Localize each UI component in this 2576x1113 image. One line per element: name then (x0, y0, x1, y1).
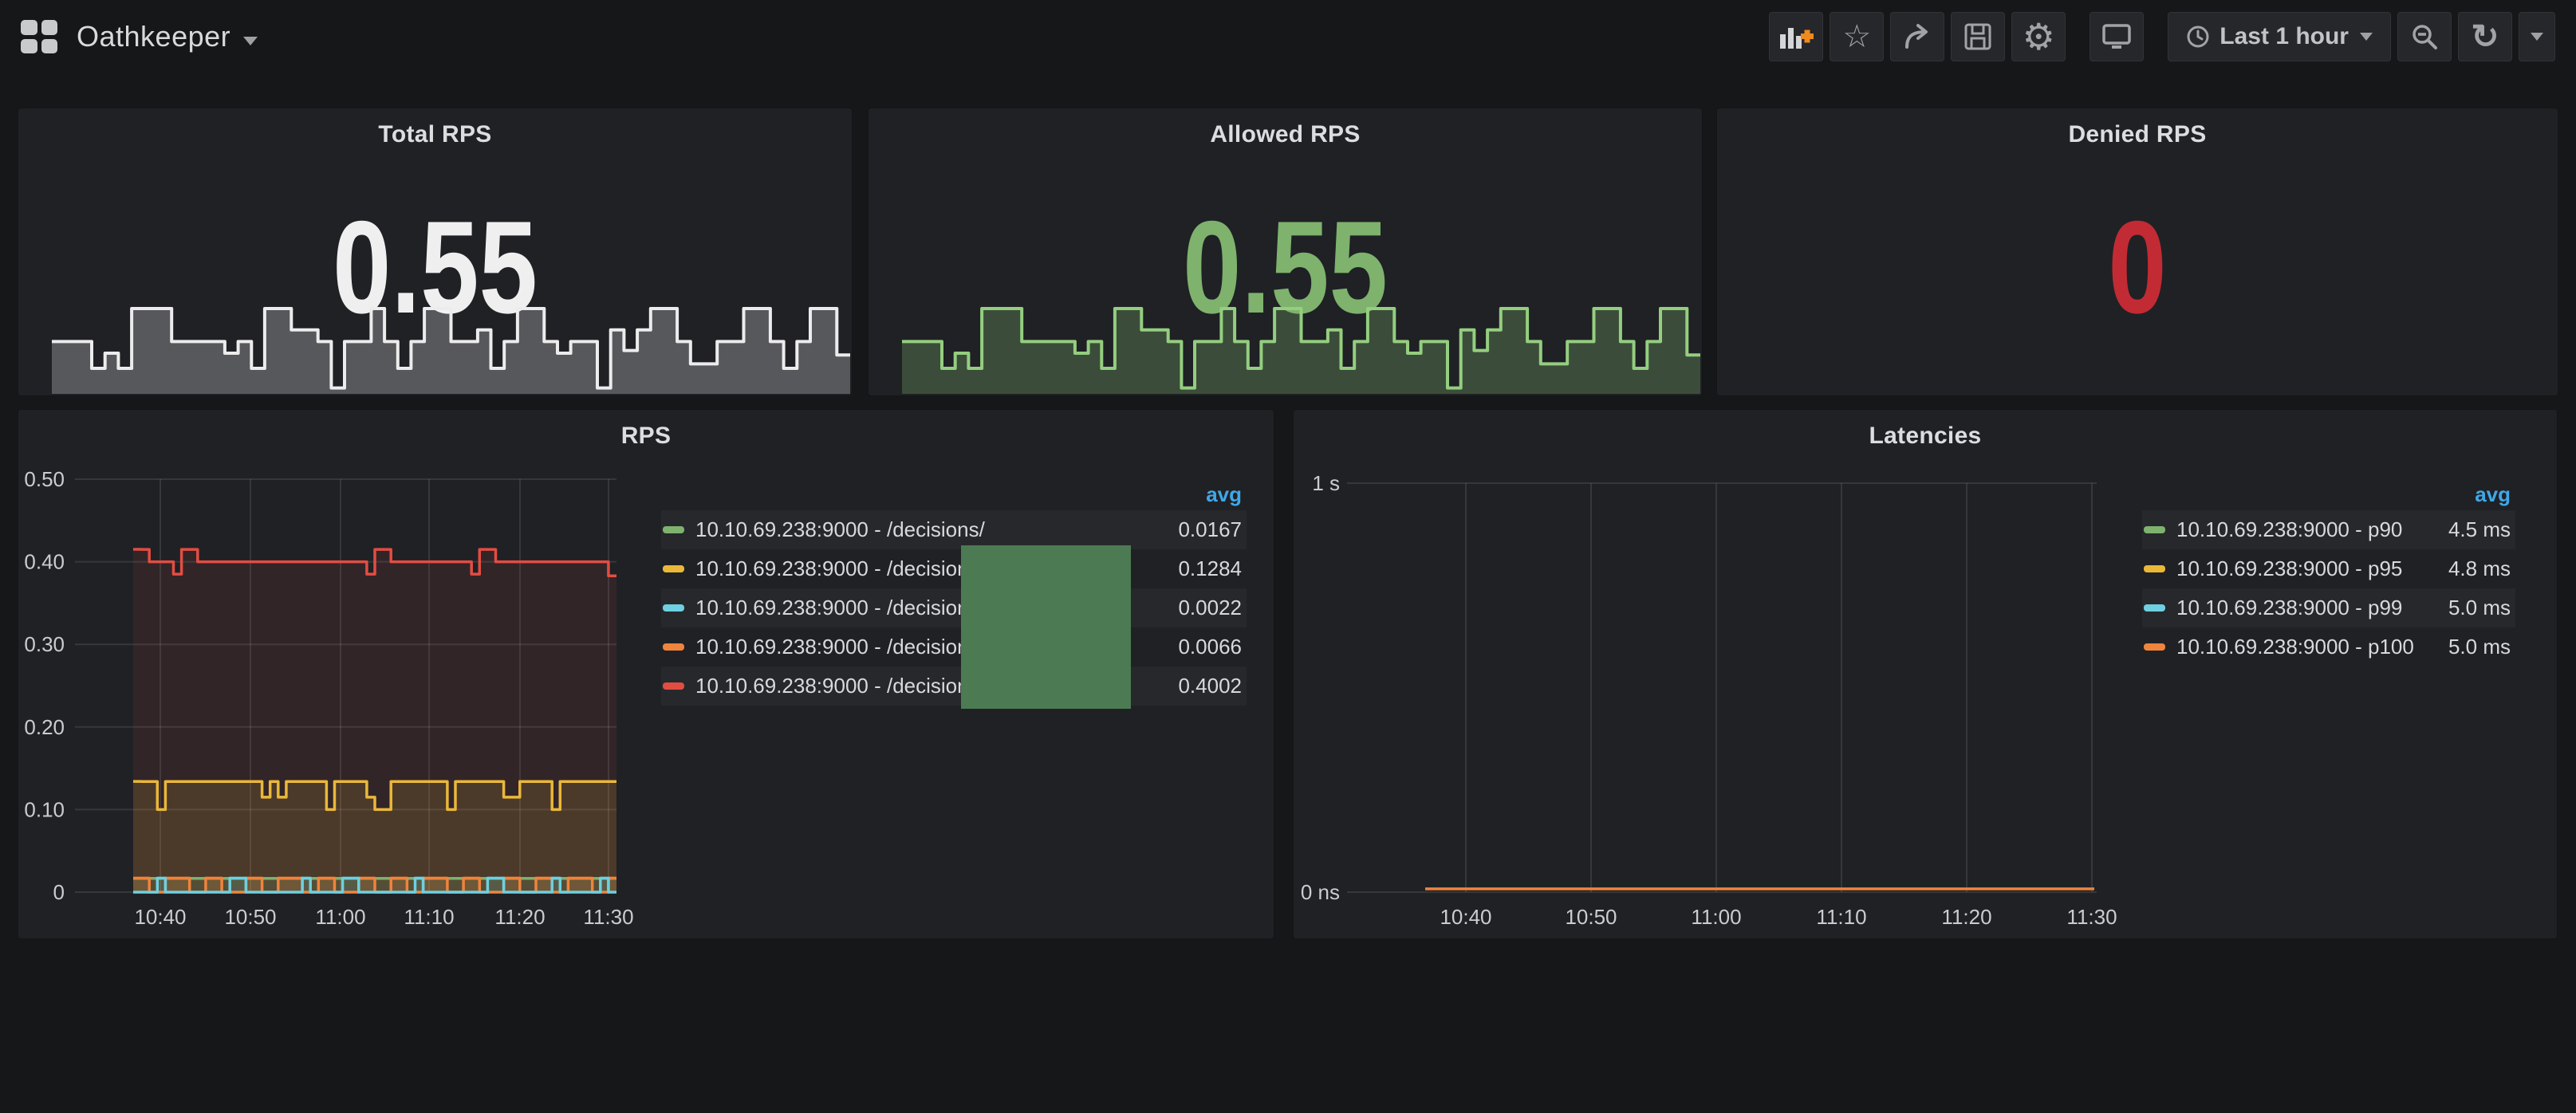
panel-allowed-rps: Allowed RPS 0.55 (868, 108, 1703, 396)
dashboard-title[interactable]: Oathkeeper (77, 20, 230, 53)
series-color-swatch (2144, 604, 2165, 612)
svg-text:10:50: 10:50 (1565, 905, 1617, 929)
svg-text:11:20: 11:20 (1941, 905, 1991, 929)
panel-title[interactable]: Allowed RPS (869, 121, 1702, 148)
legend-row[interactable]: 10.10.69.238:9000 - p1005.0 ms (2142, 627, 2515, 667)
series-color-swatch (2144, 643, 2165, 651)
green-overlay-block (961, 545, 1131, 709)
series-color-swatch (2144, 565, 2165, 572)
gear-icon: ⚙ (2023, 18, 2055, 55)
series-color-swatch (663, 526, 684, 533)
chevron-down-icon (2531, 33, 2543, 41)
time-range-label: Last 1 hour (2220, 23, 2349, 50)
refresh-interval-dropdown[interactable] (2519, 12, 2555, 61)
legend-series-label[interactable]: 10.10.69.238:9000 - /decisions/ (695, 517, 1178, 542)
chevron-down-icon (243, 37, 258, 45)
legend-series-value: 0.0022 (1178, 596, 1242, 620)
legend-row[interactable]: 10.10.69.238:9000 - /decisions/0.4002 (661, 667, 1247, 706)
svg-text:0: 0 (53, 880, 65, 904)
svg-text:0 ns: 0 ns (1301, 880, 1340, 904)
legend-series-value: 0.1284 (1178, 556, 1242, 581)
star-button[interactable]: ☆ (1830, 12, 1884, 61)
dashboard-grid-icon[interactable] (21, 20, 57, 53)
rps-legend: avg10.10.69.238:9000 - /decisions/0.0167… (661, 478, 1247, 706)
legend-row[interactable]: 10.10.69.238:9000 - p904.5 ms (2142, 510, 2515, 549)
svg-text:0.10: 0.10 (24, 797, 65, 821)
clock-icon (2186, 25, 2210, 49)
series-color-swatch (663, 604, 684, 612)
refresh-icon: ↻ (2471, 20, 2499, 53)
legend-row[interactable]: 10.10.69.238:9000 - p954.8 ms (2142, 549, 2515, 588)
panel-title[interactable]: Total RPS (18, 121, 852, 148)
series-color-swatch (663, 682, 684, 690)
legend-series-value: 0.0066 (1178, 635, 1242, 659)
panel-title[interactable]: Denied RPS (1717, 121, 2558, 148)
allowed-rps-sparkline (902, 297, 1700, 394)
zoom-out-icon (2411, 23, 2438, 50)
svg-text:11:20: 11:20 (494, 905, 545, 929)
svg-text:0.50: 0.50 (24, 467, 65, 491)
legend-avg-header: avg (661, 478, 1247, 510)
monitor-icon (2101, 23, 2132, 50)
cycle-view-button[interactable] (2090, 12, 2144, 61)
dashboard-picker[interactable]: Oathkeeper (21, 20, 258, 53)
settings-button[interactable]: ⚙ (2011, 12, 2066, 61)
svg-text:11:10: 11:10 (1816, 905, 1866, 929)
legend-row[interactable]: 10.10.69.238:9000 - /decisions/0.0167 (661, 510, 1247, 549)
panel-total-rps: Total RPS 0.55 (18, 108, 853, 396)
legend-series-value: 0.4002 (1178, 674, 1242, 698)
legend-row[interactable]: 10.10.69.238:9000 - /decisions/0.1284 (661, 549, 1247, 588)
legend-series-value: 5.0 ms (2448, 596, 2511, 620)
svg-text:10:40: 10:40 (134, 905, 186, 929)
total-rps-sparkline (52, 297, 850, 394)
svg-text:11:10: 11:10 (404, 905, 454, 929)
chevron-down-icon (2360, 33, 2373, 41)
svg-text:1 s: 1 s (1312, 471, 1340, 495)
legend-series-label[interactable]: 10.10.69.238:9000 - p90 (2176, 517, 2448, 542)
legend-avg-header: avg (2142, 478, 2515, 510)
svg-text:11:00: 11:00 (1691, 905, 1741, 929)
legend-series-label[interactable]: 10.10.69.238:9000 - p99 (2176, 596, 2448, 620)
legend-series-value: 0.0167 (1178, 517, 1242, 542)
share-icon (1902, 23, 1932, 50)
legend-series-value: 4.5 ms (2448, 517, 2511, 542)
legend-row[interactable]: 10.10.69.238:9000 - /decisions/0.0066 (661, 627, 1247, 667)
panel-denied-rps: Denied RPS 0 (1716, 108, 2558, 396)
refresh-button[interactable]: ↻ (2458, 12, 2512, 61)
top-nav: Oathkeeper ☆ (0, 0, 2576, 73)
grafana-dashboard: Oathkeeper ☆ (0, 0, 2576, 1113)
series-color-swatch (2144, 526, 2165, 533)
toolbar: ☆ ⚙ (1763, 12, 2555, 61)
latencies-legend: avg10.10.69.238:9000 - p904.5 ms10.10.69… (2142, 478, 2515, 667)
svg-text:0.30: 0.30 (24, 632, 65, 656)
legend-row[interactable]: 10.10.69.238:9000 - /decisions/0.0022 (661, 588, 1247, 627)
svg-text:0.20: 0.20 (24, 715, 65, 739)
svg-text:0.40: 0.40 (24, 550, 65, 574)
zoom-out-button[interactable] (2397, 12, 2452, 61)
star-icon: ☆ (1842, 21, 1871, 53)
svg-text:11:00: 11:00 (315, 905, 365, 929)
svg-text:10:40: 10:40 (1440, 905, 1491, 929)
legend-series-label[interactable]: 10.10.69.238:9000 - p95 (2176, 556, 2448, 581)
series-color-swatch (663, 643, 684, 651)
share-button[interactable] (1890, 12, 1944, 61)
svg-text:11:30: 11:30 (2066, 905, 2117, 929)
add-panel-icon (1778, 23, 1814, 50)
add-panel-button[interactable] (1769, 12, 1823, 61)
legend-row[interactable]: 10.10.69.238:9000 - p995.0 ms (2142, 588, 2515, 627)
legend-series-label[interactable]: 10.10.69.238:9000 - p100 (2176, 635, 2448, 659)
svg-text:11:30: 11:30 (583, 905, 633, 929)
save-icon (1964, 23, 1991, 50)
panel-latencies-chart: Latencies 1 s0 ns10:4010:5011:0011:1011:… (1293, 409, 2558, 939)
series-color-swatch (663, 565, 684, 572)
legend-series-value: 4.8 ms (2448, 556, 2511, 581)
save-button[interactable] (1951, 12, 2005, 61)
time-range-picker[interactable]: Last 1 hour (2168, 12, 2391, 61)
legend-series-value: 5.0 ms (2448, 635, 2511, 659)
svg-text:10:50: 10:50 (224, 905, 276, 929)
stat-value-denied-rps: 0 (1801, 188, 2473, 346)
